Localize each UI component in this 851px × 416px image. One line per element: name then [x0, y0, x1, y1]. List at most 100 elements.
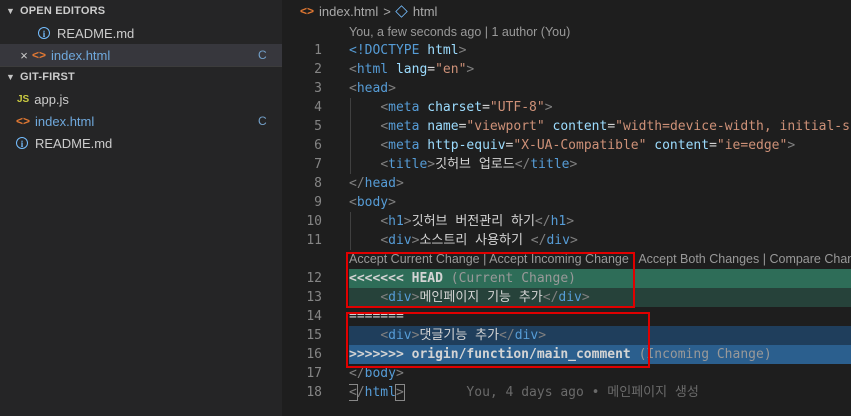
code-token: lang	[388, 62, 428, 77]
code-token: 깃허브 업로드	[435, 157, 515, 172]
close-icon[interactable]: ×	[16, 48, 32, 63]
accept-both-changes-link[interactable]: Accept Both Changes	[638, 252, 759, 266]
code-token: =	[427, 62, 436, 77]
code-token: >	[395, 366, 404, 381]
code-token: body	[364, 366, 396, 381]
code-token: =	[607, 119, 616, 134]
code-token: >	[566, 214, 575, 229]
open-editor-item-index[interactable]: × <> index.html C	[0, 44, 282, 66]
chevron-down-icon: ▼	[6, 72, 16, 82]
code-token: =	[709, 138, 717, 153]
line-number: 5	[314, 119, 322, 134]
code-token: </	[349, 176, 365, 191]
code-line: <div>소스트리 사용하기 </div>	[349, 231, 851, 250]
code-token: (Incoming Change)	[630, 347, 772, 362]
incoming-change-highlight-box	[346, 312, 650, 368]
line-number: 15	[306, 328, 322, 343]
code-token: content	[646, 138, 710, 153]
code-line: <h1>깃허브 버전관리 하기</h1>	[349, 212, 851, 231]
blame-codelens[interactable]: You, a few seconds ago | 1 author (You)	[349, 23, 851, 42]
code-line: <meta http-equiv = "X-UA-Compatible" conte…	[349, 136, 851, 155]
code-token: <	[380, 157, 389, 172]
explorer-item-index-html[interactable]: <> index.html C	[0, 110, 282, 132]
compare-changes-link[interactable]: Compare Changes	[769, 252, 851, 266]
code-token: <!DOCTYPE	[349, 43, 428, 58]
code-token: >	[388, 195, 396, 210]
explorer-sidebar: ▼ OPEN EDITORS i README.md × <> index.ht…	[0, 0, 282, 416]
line-number: 2	[314, 62, 322, 77]
code-token: "UTF-8"	[489, 100, 545, 115]
code-line: <head>	[349, 79, 851, 98]
code-token: "width=device-width, initial-scale=1.0"	[615, 119, 851, 134]
breadcrumb-file[interactable]: index.html	[319, 4, 378, 19]
code-token: charset	[419, 100, 483, 115]
info-icon: i	[16, 137, 28, 149]
code-token: name	[419, 119, 459, 134]
code-line: <meta charset="UTF-8">	[349, 98, 851, 117]
code-token: 깃허브 버전관리 하기	[411, 214, 535, 229]
line-number: 1	[314, 43, 322, 58]
chevron-down-icon: ▼	[6, 6, 16, 16]
code-line: <!DOCTYPE html>	[349, 41, 851, 60]
code-line: <meta name="viewport" content="width=dev…	[349, 117, 851, 136]
code-token: div	[388, 233, 412, 248]
code-editor[interactable]: <> index.html > html You, a few seconds …	[282, 0, 851, 416]
code-token: content	[544, 119, 608, 134]
code-token: <	[349, 81, 357, 96]
code-token: >	[787, 138, 796, 153]
code-token: title	[388, 157, 428, 172]
js-file-icon: JS	[17, 93, 30, 105]
code-token: =	[482, 100, 490, 115]
code-token: >	[466, 62, 475, 77]
inline-blame: You, 4 days ago • 메인페이지 생성	[466, 385, 699, 400]
html-file-icon: <>	[300, 4, 315, 18]
code-token: "viewport"	[466, 119, 545, 134]
code-line: <body>	[349, 193, 851, 212]
code-line: </head>	[349, 174, 851, 193]
line-number: 9	[314, 195, 322, 210]
code-token: <	[380, 138, 389, 153]
code-token: <	[380, 233, 389, 248]
code-token: </	[514, 157, 531, 172]
code-token: <	[380, 214, 389, 229]
line-number: 8	[314, 176, 322, 191]
code-token: <	[349, 384, 358, 401]
code-token: >	[395, 176, 404, 191]
code-token: >	[427, 157, 436, 172]
code-line: <html lang="en">	[349, 60, 851, 79]
code-token: >	[544, 100, 553, 115]
code-token: html	[427, 43, 459, 58]
code-token: >	[569, 233, 578, 248]
explorer-item-readme[interactable]: i README.md	[0, 132, 282, 154]
code-token: >	[458, 43, 467, 58]
open-editor-item-readme[interactable]: i README.md	[0, 22, 282, 44]
line-number: 11	[306, 233, 322, 248]
code-token: http-equiv	[419, 138, 506, 153]
open-editors-header[interactable]: ▼ OPEN EDITORS	[0, 0, 282, 22]
conflict-status-badge: C	[258, 48, 267, 62]
code-token: >	[388, 81, 396, 96]
code-token: <	[380, 119, 389, 134]
breadcrumb-symbol[interactable]: html	[413, 4, 438, 19]
line-number: 13	[306, 290, 322, 305]
html-file-icon: <>	[32, 48, 47, 62]
code-token: title	[530, 157, 570, 172]
code-token: <	[349, 195, 357, 210]
code-token: <	[349, 62, 357, 77]
code-token: div	[546, 233, 570, 248]
code-token: meta	[388, 119, 420, 134]
conflict-status-badge: C	[258, 114, 267, 128]
code-token: <	[380, 100, 389, 115]
code-line: </html> You, 4 days ago • 메인페이지 생성	[349, 383, 851, 402]
code-token: </	[530, 233, 547, 248]
breadcrumb-separator: >	[383, 3, 391, 19]
code-token: html	[364, 385, 396, 400]
workspace-header[interactable]: ▼ GIT-FIRST	[0, 66, 282, 88]
breadcrumb: <> index.html > html	[282, 0, 851, 22]
line-number: 4	[314, 100, 322, 115]
code-token: "X-UA-Compatible"	[513, 138, 647, 153]
code-line: <title>깃허브 업로드</title>	[349, 155, 851, 174]
explorer-item-app-js[interactable]: JS app.js	[0, 88, 282, 110]
code-token: >	[394, 384, 405, 401]
line-number: 6	[314, 138, 322, 153]
